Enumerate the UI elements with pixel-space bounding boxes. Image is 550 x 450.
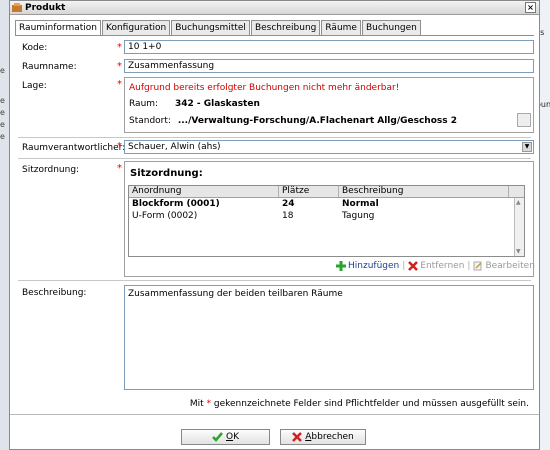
remove-icon [408, 261, 419, 271]
tab-divider [15, 35, 534, 36]
beschreibung-textarea[interactable]: Zusammenfassung der beiden teilbaren Räu… [124, 285, 534, 390]
required-mark: * [117, 163, 122, 174]
divider: | [467, 261, 471, 271]
table-scrollbar[interactable]: ▲ ▼ [514, 198, 524, 256]
close-icon[interactable]: × [525, 2, 536, 13]
tab-raeume[interactable]: Räume [321, 20, 361, 35]
kode-label: Kode: [22, 43, 48, 53]
note-prefix: Mit [189, 399, 204, 409]
table-row[interactable]: U-Form (0002) 18 Tagung [129, 210, 524, 222]
scroll-up-icon[interactable]: ▲ [516, 199, 521, 206]
scroll-down-icon[interactable]: ▼ [516, 248, 521, 255]
required-mark: * [117, 42, 122, 53]
sitzordnung-title: Sitzordnung: [130, 168, 203, 179]
tab-buchungen[interactable]: Buchungen [361, 20, 421, 35]
cancel-icon [292, 432, 303, 442]
title-bar: Produkt × [10, 1, 539, 15]
bg-mark: e [0, 66, 5, 75]
edit-icon [473, 261, 482, 271]
raumverantwortlicher-value: Schauer, Alwin (ahs) [128, 142, 221, 152]
required-mark: * [117, 61, 122, 72]
beschreibung-label: Beschreibung: [22, 288, 87, 298]
bg-mark: e [0, 96, 5, 105]
required-fields-note: Mit * gekennzeichnete Felder sind Pflich… [190, 399, 529, 409]
raum-value: 342 - Glaskasten [174, 99, 260, 109]
edit-label: Bearbeiten [485, 261, 535, 271]
lage-panel: Aufgrund bereits erfolgter Buchungen nic… [124, 77, 534, 133]
raumverantwortlicher-dropdown[interactable]: Schauer, Alwin (ahs) ▼ [124, 140, 534, 154]
ok-label: K [233, 432, 239, 442]
separator [18, 280, 531, 281]
required-mark: * [117, 141, 122, 152]
note-suffix: gekennzeichnete Felder sind Pflichtfelde… [213, 399, 529, 409]
add-label: Hinzufügen [348, 261, 400, 271]
standort-value: .../Verwaltung-Forschung/A.Flachenart Al… [177, 116, 458, 126]
note-star: * [206, 399, 212, 409]
footer-separator [10, 414, 539, 415]
divider: | [402, 261, 406, 271]
plus-icon [336, 261, 346, 271]
table-header: Anordnung Plätze Beschreibung [129, 186, 524, 198]
tab-konfiguration[interactable]: Konfiguration [102, 20, 171, 35]
required-mark: * [117, 79, 122, 90]
cell-plaetze: 18 [282, 211, 294, 221]
tab-rauminformation[interactable]: Rauminformation [15, 20, 101, 36]
separator [18, 137, 531, 138]
lage-select-button[interactable] [517, 113, 531, 127]
ok-mnemonic: O [226, 432, 234, 442]
table-row[interactable]: Blockform (0001) 24 Normal [129, 198, 524, 210]
cell-anordnung: U-Form (0002) [132, 211, 198, 221]
produkt-dialog: Produkt × Rauminformation Konfiguration … [9, 0, 540, 450]
remove-label: Entfernen [420, 261, 465, 271]
table-actions: Hinzufügen | Entfernen | Bearbeiten [336, 261, 535, 271]
cancel-label: bbrechen [311, 432, 354, 442]
standort-row: Standort: .../Verwaltung-Forschung/A.Fla… [129, 116, 457, 126]
column-header-beschreibung[interactable]: Beschreibung [339, 186, 509, 197]
cell-plaetze: 24 [282, 199, 295, 209]
edit-button[interactable]: Bearbeiten [473, 261, 535, 271]
cancel-button[interactable]: Abbrechen [280, 429, 366, 445]
bg-mark: e [0, 108, 5, 117]
sitzordnung-table: Anordnung Plätze Beschreibung Blockform … [128, 185, 525, 257]
cell-beschreibung: Tagung [342, 211, 375, 221]
standort-label: Standort: [129, 116, 171, 126]
separator [18, 158, 531, 159]
column-header-anordnung[interactable]: Anordnung [129, 186, 279, 197]
tab-bar: Rauminformation Konfiguration Buchungsmi… [15, 20, 422, 36]
chevron-down-icon[interactable]: ▼ [522, 142, 532, 152]
raum-label: Raum: [129, 99, 159, 109]
sitzordnung-label: Sitzordnung: [22, 165, 80, 175]
cell-beschreibung: Normal [342, 199, 379, 209]
bg-mark: e [0, 132, 5, 141]
kode-field[interactable]: 10 1+0 [124, 40, 534, 54]
bg-mark: e [0, 120, 5, 129]
raumverantwortlicher-label: Raumverantwortlicher: [22, 143, 126, 153]
ok-button[interactable]: OK [181, 429, 270, 445]
tab-beschreibung[interactable]: Beschreibung [250, 20, 321, 35]
lage-warning: Aufgrund bereits erfolgter Buchungen nic… [129, 83, 400, 93]
check-icon [212, 432, 223, 442]
tab-buchungsmittel[interactable]: Buchungsmittel [171, 20, 250, 35]
add-button[interactable]: Hinzufügen [336, 261, 399, 271]
raumname-label: Raumname: [22, 62, 77, 72]
cell-anordnung: Blockform (0001) [132, 199, 220, 209]
remove-button[interactable]: Entfernen [408, 261, 464, 271]
column-header-plaetze[interactable]: Plätze [279, 186, 339, 197]
product-icon [12, 2, 22, 12]
window-title: Produkt [25, 2, 66, 13]
raum-row: Raum: 342 - Glaskasten [129, 99, 260, 109]
lage-label: Lage: [22, 81, 47, 91]
raumname-field[interactable]: Zusammenfassung [124, 59, 534, 73]
